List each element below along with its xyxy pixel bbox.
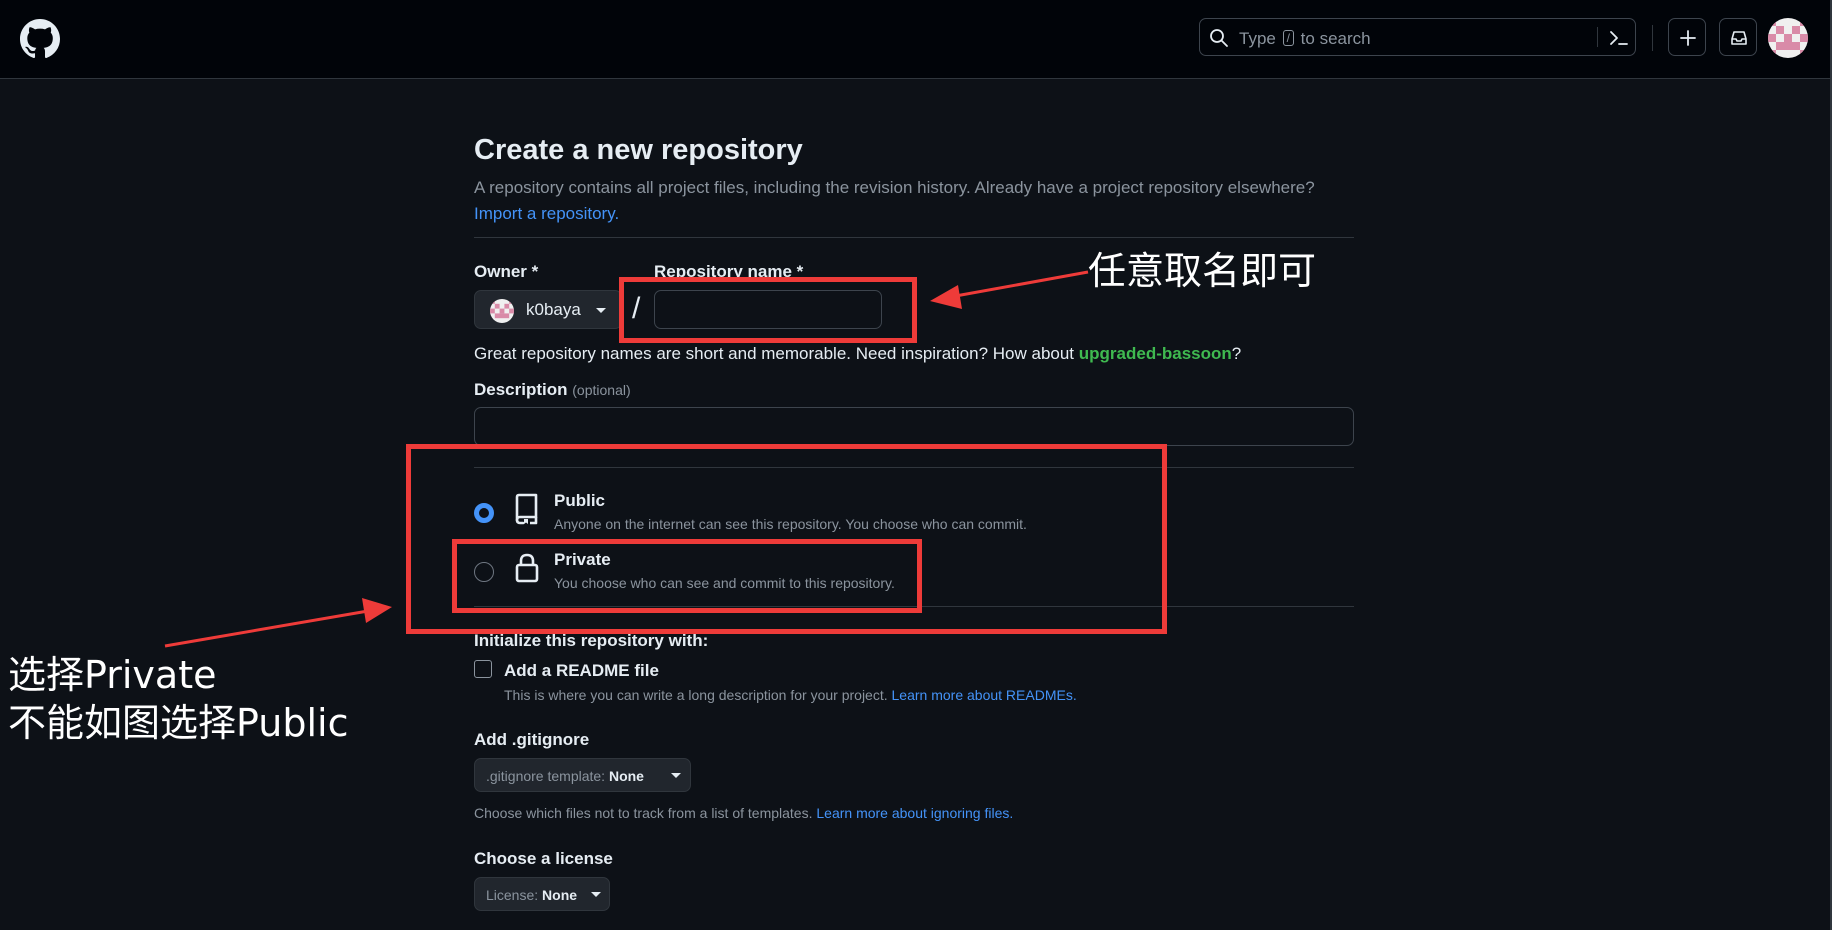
- annotation-name-note: 任意取名即可: [1088, 249, 1317, 293]
- arrowhead-repo-name: [930, 285, 962, 309]
- arrow-to-visibility: [164, 609, 369, 648]
- arrowhead-visibility: [362, 598, 392, 623]
- annotation-visibility-line1: 选择Private: [8, 653, 217, 697]
- arrow-to-repo-name: [949, 270, 1089, 299]
- annotation-visibility-line2: 不能如图选择Public: [8, 701, 349, 745]
- annotation-arrows: [164, 270, 1089, 648]
